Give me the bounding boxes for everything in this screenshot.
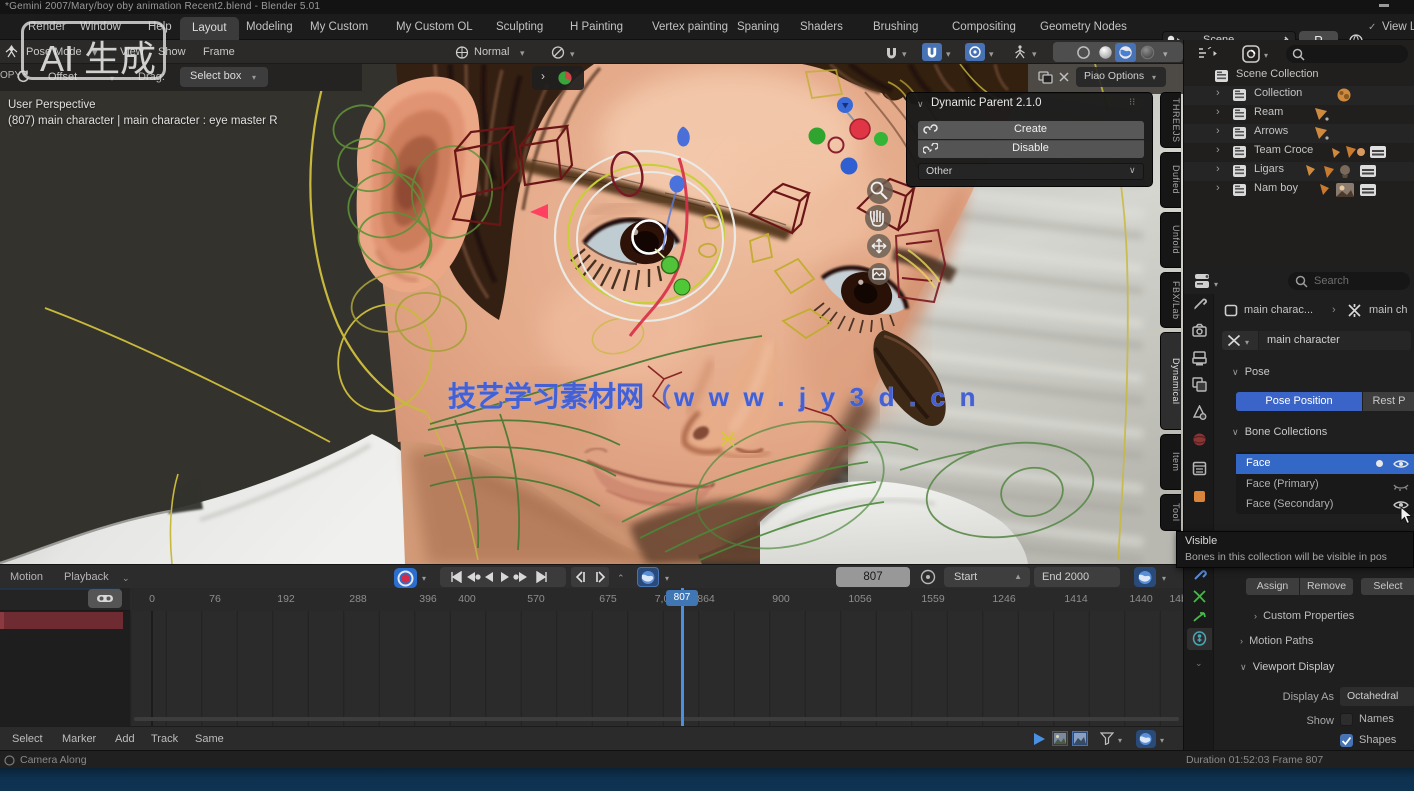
svg-text:www.jy3d.cn: www.jy3d.cn: [673, 382, 990, 412]
svg-text:（: （: [646, 383, 671, 412]
svg-text:技艺学习素材网: 技艺学习素材网: [448, 380, 644, 412]
